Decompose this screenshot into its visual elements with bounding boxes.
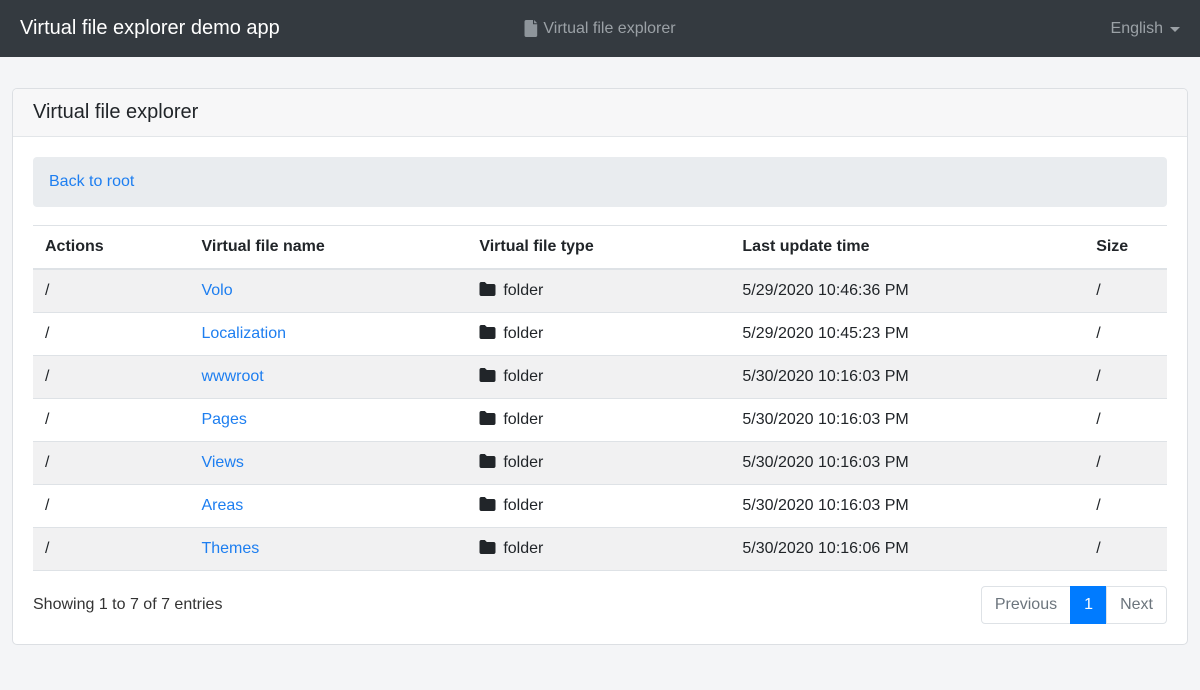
file-name-link[interactable]: Pages: [201, 411, 246, 428]
last-update-time: 5/30/2020 10:16:03 PM: [730, 485, 1084, 528]
file-size: /: [1084, 442, 1167, 485]
row-actions: /: [33, 485, 189, 528]
file-name-link[interactable]: Areas: [201, 497, 243, 514]
file-size: /: [1084, 528, 1167, 571]
folder-icon: [479, 411, 496, 425]
last-update-time: 5/30/2020 10:16:03 PM: [730, 356, 1084, 399]
folder-icon: [479, 325, 496, 339]
pagination-next-item: Next: [1107, 586, 1167, 624]
back-to-root-link[interactable]: Back to root: [49, 173, 134, 190]
card-body: Back to root Actions Virtual file name V…: [13, 137, 1187, 644]
file-type-label: folder: [503, 454, 543, 471]
file-size: /: [1084, 485, 1167, 528]
nav-link-label: Virtual file explorer: [543, 20, 675, 38]
top-navbar: Virtual file explorer demo app Virtual f…: [0, 0, 1200, 57]
row-actions: /: [33, 528, 189, 571]
table-row: / Volo folder 5/29/2020 10:46:36 PM /: [33, 269, 1167, 313]
page-content: Virtual file explorer Back to root Actio…: [0, 57, 1200, 645]
file-name-link[interactable]: Themes: [201, 540, 259, 557]
file-type-label: folder: [503, 282, 543, 299]
table-row: / Areas folder 5/30/2020 10:16:03 PM /: [33, 485, 1167, 528]
pagination-page-item: 1: [1071, 586, 1107, 624]
file-type-label: folder: [503, 368, 543, 385]
folder-icon: [479, 454, 496, 468]
last-update-time: 5/29/2020 10:45:23 PM: [730, 313, 1084, 356]
card-header: Virtual file explorer: [13, 89, 1187, 137]
table-body: / Volo folder 5/29/2020 10:46:36 PM / / …: [33, 269, 1167, 571]
file-type-label: folder: [503, 411, 543, 428]
last-update-time: 5/30/2020 10:16:06 PM: [730, 528, 1084, 571]
row-actions: /: [33, 269, 189, 313]
file-name-link[interactable]: Localization: [201, 325, 286, 342]
row-actions: /: [33, 442, 189, 485]
pagination: Previous 1 Next: [981, 586, 1167, 624]
folder-icon: [479, 282, 496, 296]
folder-icon: [479, 540, 496, 554]
file-size: /: [1084, 356, 1167, 399]
table-row: / Views folder 5/30/2020 10:16:03 PM /: [33, 442, 1167, 485]
file-explorer-card: Virtual file explorer Back to root Actio…: [12, 88, 1188, 645]
file-name-link[interactable]: Views: [201, 454, 243, 471]
table-footer: Showing 1 to 7 of 7 entries Previous 1 N…: [33, 586, 1167, 624]
table-header-row: Actions Virtual file name Virtual file t…: [33, 226, 1167, 270]
folder-icon: [479, 368, 496, 382]
last-update-time: 5/30/2020 10:16:03 PM: [730, 442, 1084, 485]
entries-info: Showing 1 to 7 of 7 entries: [33, 596, 222, 614]
pagination-previous-item: Previous: [981, 586, 1071, 624]
column-header-actions: Actions: [33, 226, 189, 270]
table-row: / wwwroot folder 5/30/2020 10:16:03 PM /: [33, 356, 1167, 399]
file-type-label: folder: [503, 325, 543, 342]
column-header-time: Last update time: [730, 226, 1084, 270]
nav-link-virtual-file-explorer[interactable]: Virtual file explorer: [524, 20, 675, 38]
breadcrumb-bar: Back to root: [33, 157, 1167, 207]
next-page-button[interactable]: Next: [1106, 586, 1167, 624]
chevron-down-icon: [1170, 27, 1180, 32]
file-type-label: folder: [503, 540, 543, 557]
last-update-time: 5/29/2020 10:46:36 PM: [730, 269, 1084, 313]
page-title: Virtual file explorer: [33, 101, 198, 123]
language-dropdown[interactable]: English: [1111, 20, 1180, 38]
file-icon: [524, 20, 537, 37]
file-size: /: [1084, 399, 1167, 442]
column-header-size: Size: [1084, 226, 1167, 270]
previous-page-button[interactable]: Previous: [981, 586, 1071, 624]
row-actions: /: [33, 399, 189, 442]
file-name-link[interactable]: Volo: [201, 282, 232, 299]
language-label: English: [1111, 20, 1163, 38]
file-name-link[interactable]: wwwroot: [201, 368, 263, 385]
file-table: Actions Virtual file name Virtual file t…: [33, 225, 1167, 571]
file-type-label: folder: [503, 497, 543, 514]
file-size: /: [1084, 313, 1167, 356]
table-row: / Pages folder 5/30/2020 10:16:03 PM /: [33, 399, 1167, 442]
row-actions: /: [33, 313, 189, 356]
column-header-type: Virtual file type: [467, 226, 730, 270]
column-header-name: Virtual file name: [189, 226, 467, 270]
app-brand[interactable]: Virtual file explorer demo app: [20, 17, 280, 40]
file-size: /: [1084, 269, 1167, 313]
folder-icon: [479, 497, 496, 511]
table-row: / Themes folder 5/30/2020 10:16:06 PM /: [33, 528, 1167, 571]
last-update-time: 5/30/2020 10:16:03 PM: [730, 399, 1084, 442]
table-row: / Localization folder 5/29/2020 10:45:23…: [33, 313, 1167, 356]
row-actions: /: [33, 356, 189, 399]
page-1-button[interactable]: 1: [1070, 586, 1107, 624]
